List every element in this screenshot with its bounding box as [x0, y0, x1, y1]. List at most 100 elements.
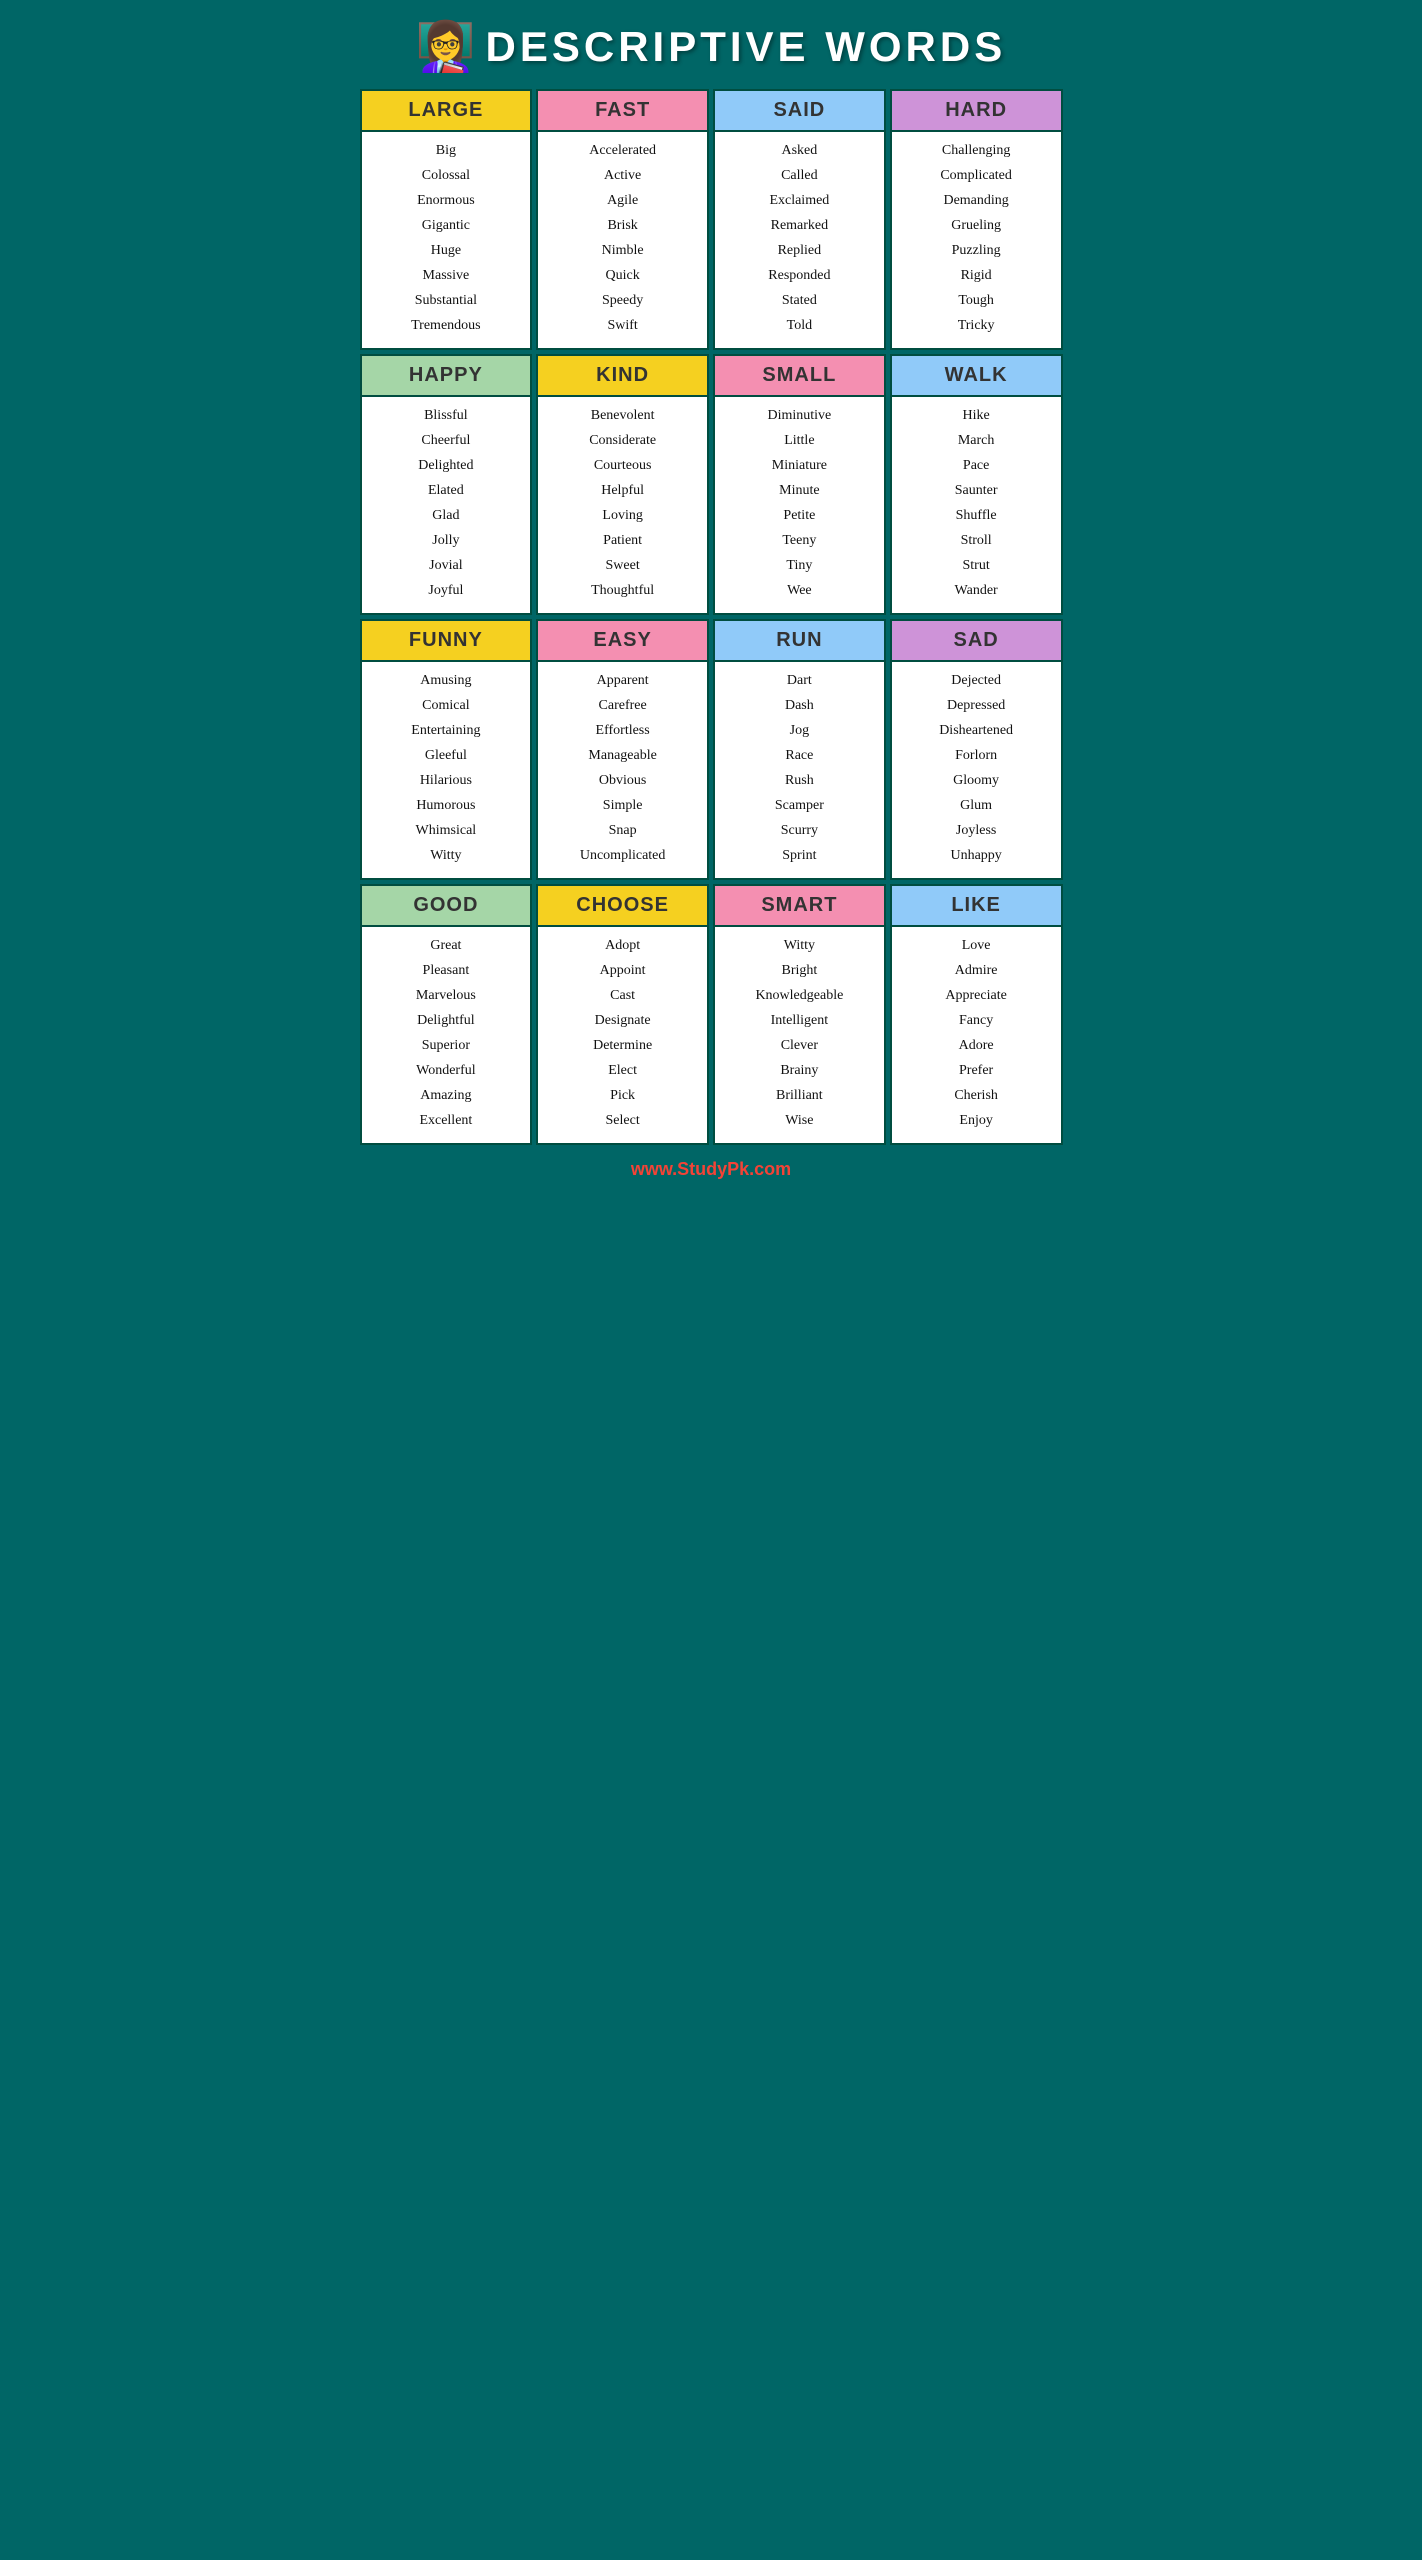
word-item: Speedy: [602, 290, 643, 311]
word-item: Pick: [610, 1085, 635, 1106]
cell-header-fast: FAST: [538, 91, 707, 132]
word-item: Amusing: [420, 670, 471, 691]
grid-cell-said: SAIDAskedCalledExclaimedRemarkedRepliedR…: [713, 89, 886, 350]
word-item: Wander: [955, 580, 998, 601]
cell-words-happy: BlissfulCheerfulDelightedElatedGladJolly…: [362, 397, 531, 601]
word-item: Depressed: [947, 695, 1005, 716]
word-item: Jovial: [429, 555, 462, 576]
cell-header-walk: WALK: [892, 356, 1061, 397]
word-item: Replied: [778, 240, 822, 261]
word-item: Pace: [963, 455, 989, 476]
word-item: Dart: [787, 670, 812, 691]
grid-cell-happy: HAPPYBlissfulCheerfulDelightedElatedGlad…: [360, 354, 533, 615]
word-item: Knowledgeable: [755, 985, 843, 1006]
word-item: Appoint: [600, 960, 646, 981]
cell-words-walk: HikeMarchPaceSaunterShuffleStrollStrutWa…: [892, 397, 1061, 601]
grid-cell-like: LIKELoveAdmireAppreciateFancyAdorePrefer…: [890, 884, 1063, 1145]
cell-header-large: LARGE: [362, 91, 531, 132]
word-item: Shuffle: [956, 505, 997, 526]
footer-url: www.StudyPk.com: [631, 1159, 791, 1179]
word-item: Glad: [432, 505, 459, 526]
page-header: 👩‍🏫 DESCRIPTIVE WORDS: [356, 0, 1067, 85]
word-item: Joyful: [428, 580, 463, 601]
cell-words-good: GreatPleasantMarvelousDelightfulSuperior…: [362, 927, 531, 1131]
grid-cell-easy: EASYApparentCarefreeEffortlessManageable…: [536, 619, 709, 880]
word-item: Simple: [603, 795, 643, 816]
cell-words-choose: AdoptAppointCastDesignateDetermineElectP…: [538, 927, 707, 1131]
word-item: Humorous: [416, 795, 475, 816]
word-item: Effortless: [596, 720, 650, 741]
word-item: Select: [606, 1110, 640, 1131]
word-item: Demanding: [943, 190, 1008, 211]
word-item: Carefree: [599, 695, 647, 716]
word-item: Brilliant: [776, 1085, 823, 1106]
cell-words-run: DartDashJogRaceRushScamperScurrySprint: [715, 662, 884, 866]
grid-cell-sad: SADDejectedDepressedDisheartenedForlornG…: [890, 619, 1063, 880]
main-grid: LARGEBigColossalEnormousGiganticHugeMass…: [356, 85, 1067, 1149]
word-item: Huge: [431, 240, 461, 261]
word-item: Prefer: [959, 1060, 993, 1081]
cell-header-good: GOOD: [362, 886, 531, 927]
grid-cell-walk: WALKHikeMarchPaceSaunterShuffleStrollStr…: [890, 354, 1063, 615]
word-item: Scurry: [781, 820, 818, 841]
cell-words-kind: Benevolent Considerate Courteous Helpful Lov…: [538, 397, 707, 601]
word-item: Brisk: [607, 215, 637, 236]
word-item: Excellent: [419, 1110, 472, 1131]
word-item: Hilarious: [420, 770, 472, 791]
word-item: Entertaining: [411, 720, 480, 741]
word-item: Wee: [787, 580, 812, 601]
cell-words-easy: ApparentCarefreeEffortlessManageableObvi…: [538, 662, 707, 866]
cell-words-like: LoveAdmireAppreciateFancyAdorePreferCher…: [892, 927, 1061, 1131]
word-item: Helpful: [601, 480, 644, 501]
word-item: Colossal: [422, 165, 470, 186]
cell-header-like: LIKE: [892, 886, 1061, 927]
word-item: Clever: [781, 1035, 818, 1056]
word-item: Loving: [602, 505, 642, 526]
word-item: Enormous: [417, 190, 475, 211]
word-item: Accelerated: [589, 140, 656, 161]
grid-cell-small: SMALLDiminutiveLittleMiniatureMinutePeti…: [713, 354, 886, 615]
word-item: Love: [962, 935, 991, 956]
cell-words-smart: WittyBrightKnowledgeableIntelligentCleve…: [715, 927, 884, 1131]
grid-cell-fast: FASTAcceleratedActiveAgileBriskNimbleQui…: [536, 89, 709, 350]
word-item: Exclaimed: [769, 190, 829, 211]
word-item: Considerate: [589, 430, 656, 451]
word-item: Teeny: [782, 530, 816, 551]
word-item: Dash: [785, 695, 814, 716]
word-item: Disheartened: [939, 720, 1013, 741]
word-item: Courteous: [594, 455, 652, 476]
word-item: Delighted: [418, 455, 473, 476]
grid-cell-hard: HARDChallengingComplicatedDemandingGruel…: [890, 89, 1063, 350]
word-item: Stated: [782, 290, 817, 311]
word-item: Told: [787, 315, 812, 336]
cell-words-fast: AcceleratedActiveAgileBriskNimbleQuickSp…: [538, 132, 707, 336]
grid-cell-good: GOODGreatPleasantMarvelousDelightfulSupe…: [360, 884, 533, 1145]
word-item: Quick: [606, 265, 640, 286]
page-title: DESCRIPTIVE WORDS: [486, 23, 1007, 71]
word-item: Designate: [595, 1010, 651, 1031]
word-item: Gigantic: [422, 215, 470, 236]
word-item: March: [958, 430, 995, 451]
word-item: Witty: [430, 845, 461, 866]
word-item: Joyless: [956, 820, 996, 841]
word-item: Minute: [779, 480, 819, 501]
cell-header-choose: CHOOSE: [538, 886, 707, 927]
word-item: Amazing: [420, 1085, 471, 1106]
word-item: Stroll: [961, 530, 992, 551]
word-item: Rigid: [961, 265, 992, 286]
cell-header-kind: KIND: [538, 356, 707, 397]
word-item: Complicated: [940, 165, 1012, 186]
word-item: Active: [604, 165, 641, 186]
word-item: Tiny: [786, 555, 812, 576]
word-item: Cast: [610, 985, 635, 1006]
word-item: Diminutive: [767, 405, 831, 426]
word-item: Petite: [783, 505, 815, 526]
word-item: Brainy: [780, 1060, 818, 1081]
word-item: Benevolent: [591, 405, 655, 426]
cell-header-easy: EASY: [538, 621, 707, 662]
word-item: Tricky: [958, 315, 995, 336]
word-item: Race: [785, 745, 813, 766]
cell-header-small: SMALL: [715, 356, 884, 397]
word-item: Tough: [958, 290, 994, 311]
grid-cell-run: RUNDartDashJogRaceRushScamperScurrySprin…: [713, 619, 886, 880]
